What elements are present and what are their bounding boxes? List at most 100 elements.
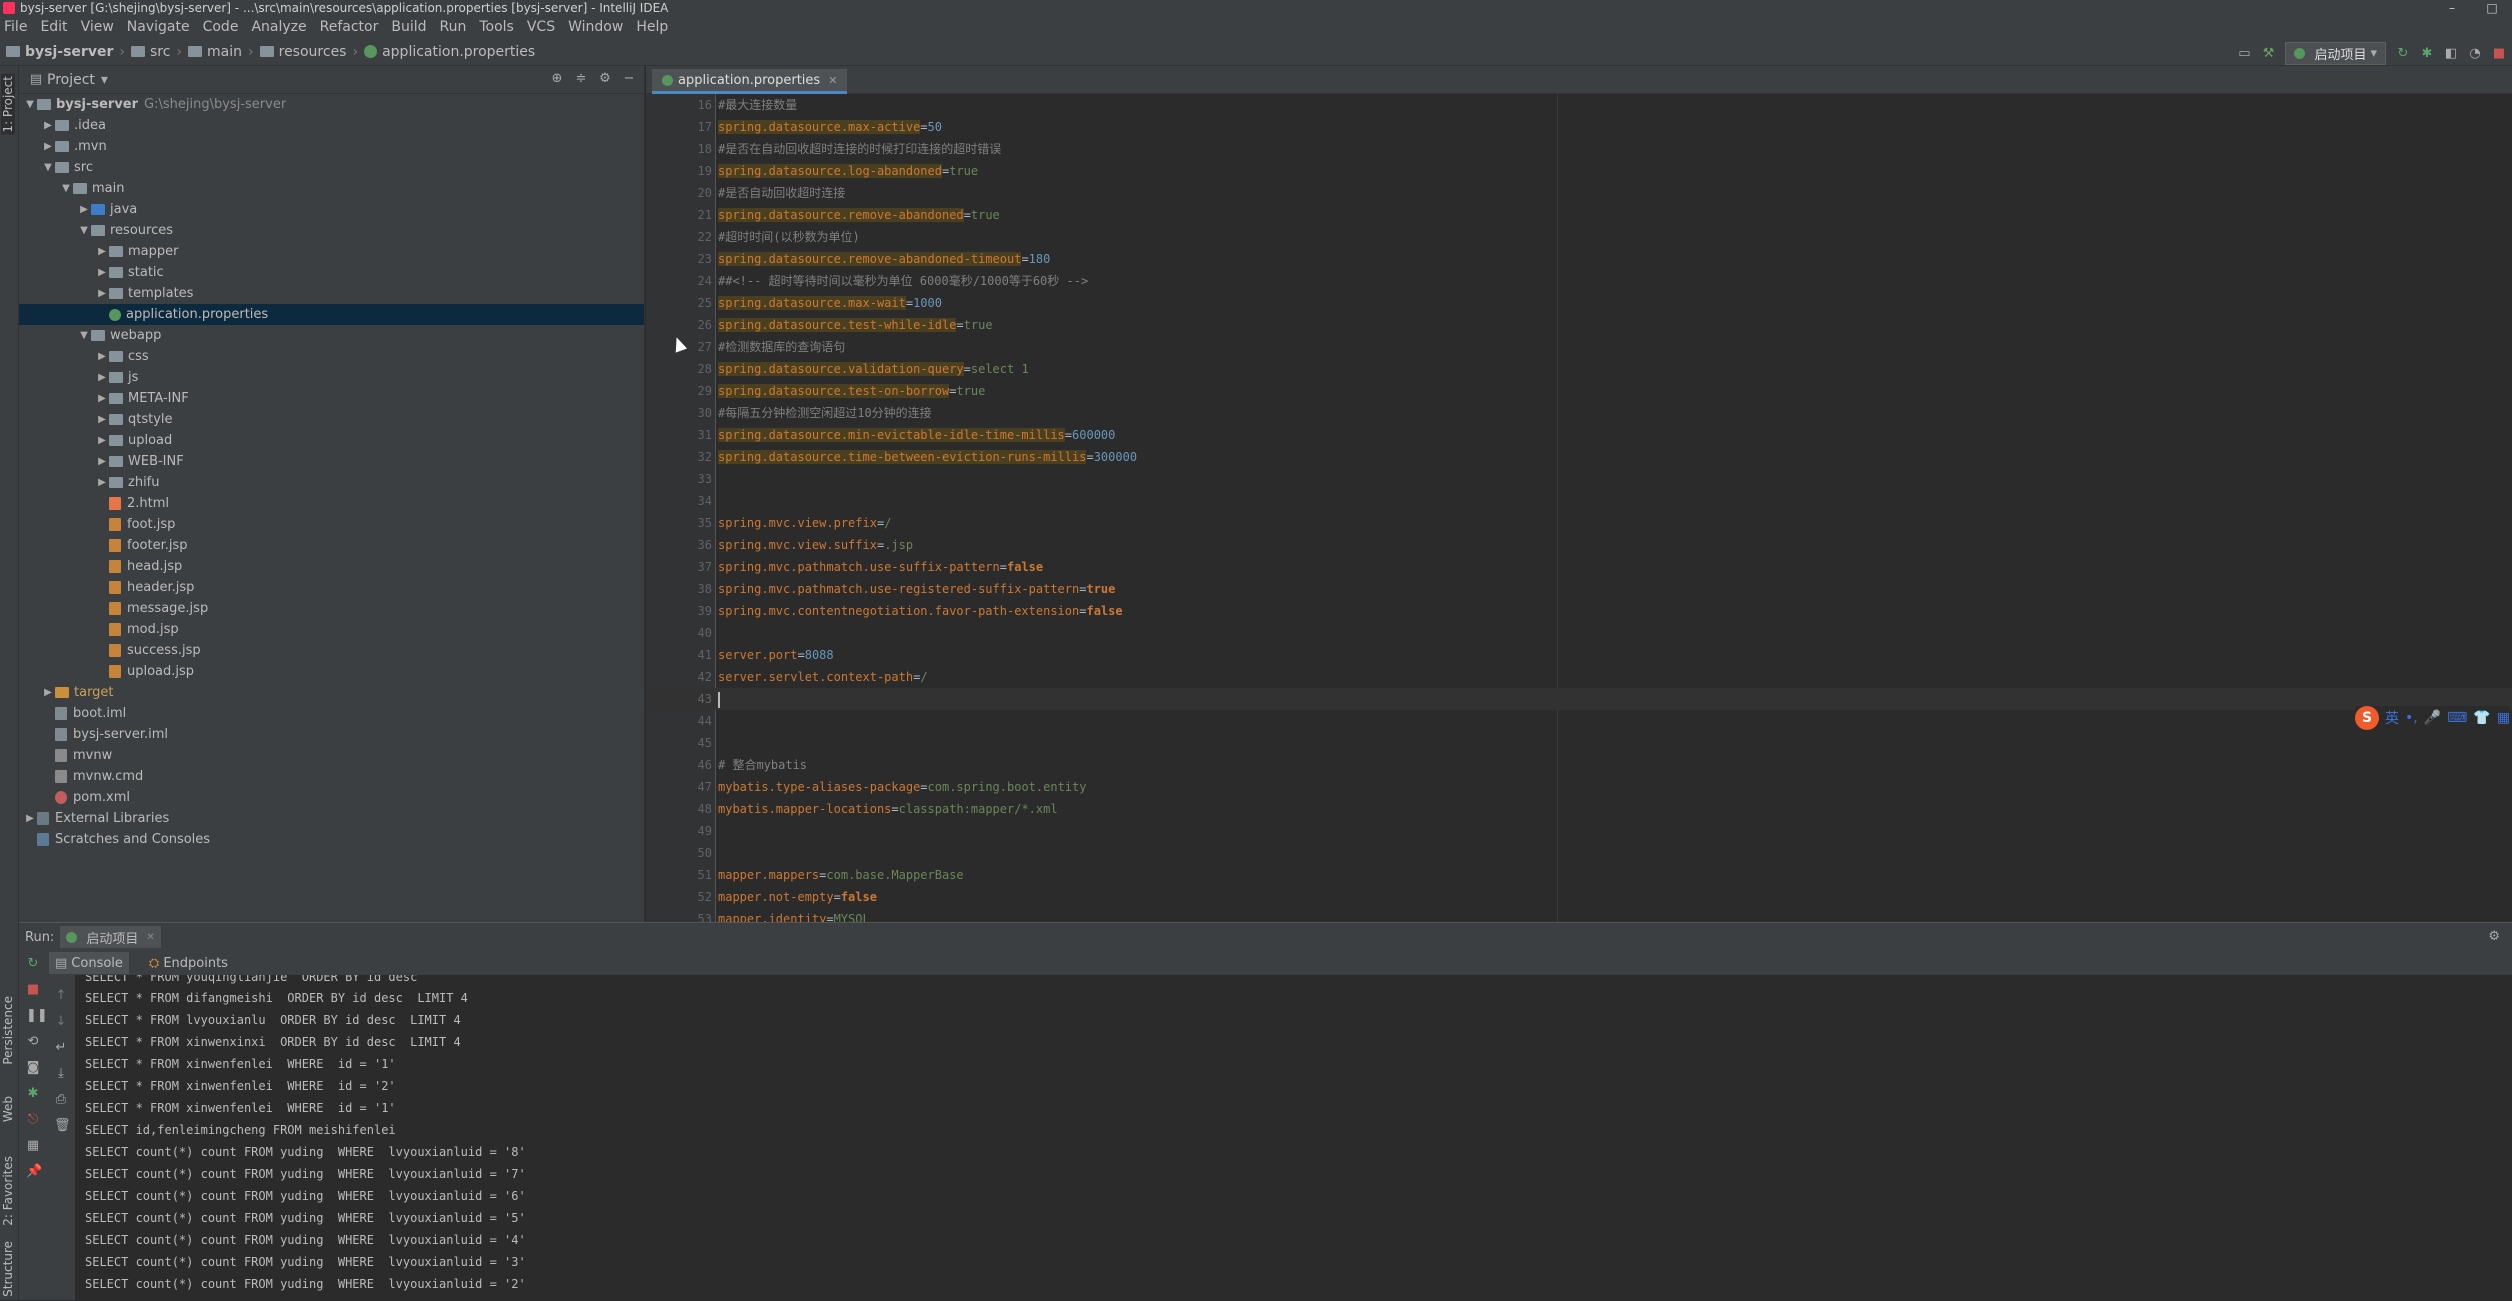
chevron-right-icon[interactable]: ▶ xyxy=(23,808,37,829)
tree-item[interactable]: ▶ java xyxy=(19,199,644,220)
minimize-button[interactable]: – xyxy=(2432,0,2472,16)
chevron-right-icon[interactable]: ▶ xyxy=(77,199,91,220)
chevron-right-icon[interactable]: ▶ xyxy=(41,115,55,136)
chevron-down-icon[interactable]: ▼ xyxy=(41,157,55,178)
gear-icon[interactable]: ⚙ xyxy=(2488,929,2500,944)
tree-item[interactable]: ▶ zhifu xyxy=(19,472,644,493)
tree-item[interactable]: message.jsp xyxy=(19,598,644,619)
tab-endpoints[interactable]: ⛭ Endpoints xyxy=(143,952,234,974)
coverage-icon[interactable]: ◧ xyxy=(2444,46,2458,61)
restore-icon[interactable]: ⟲ xyxy=(26,1035,40,1049)
chevron-right-icon[interactable]: ▶ xyxy=(95,262,109,283)
collapse-all-icon[interactable]: ≑ xyxy=(574,72,588,86)
arrow-down-icon[interactable]: ↓ xyxy=(54,1015,68,1029)
print-icon[interactable]: ⎙ xyxy=(54,1093,68,1107)
tree-item[interactable]: ▶ .idea xyxy=(19,115,644,136)
maximize-button[interactable]: □ xyxy=(2472,0,2512,16)
close-icon[interactable]: ✕ xyxy=(146,932,154,943)
tree-item[interactable]: ▶ .mvn xyxy=(19,136,644,157)
chevron-right-icon[interactable]: ▶ xyxy=(95,451,109,472)
tree-item[interactable]: pom.xml xyxy=(19,787,644,808)
menu-view[interactable]: View xyxy=(81,19,114,35)
tree-item[interactable]: boot.iml xyxy=(19,703,644,724)
tree-item[interactable]: Scratches and Consoles xyxy=(19,829,644,850)
rerun-icon[interactable]: ↻ xyxy=(2396,46,2410,61)
close-icon[interactable]: ✕ xyxy=(828,74,837,87)
chevron-right-icon[interactable]: ▶ xyxy=(95,346,109,367)
tree-item[interactable]: ▶ upload xyxy=(19,430,644,451)
chevron-right-icon[interactable]: ▶ xyxy=(95,241,109,262)
menu-build[interactable]: Build xyxy=(391,19,426,35)
breadcrumb-src[interactable]: src › xyxy=(130,44,182,60)
tree-item[interactable]: ▼ main xyxy=(19,178,644,199)
chevron-right-icon[interactable]: ▶ xyxy=(95,472,109,493)
ime-language[interactable]: 英 xyxy=(2385,708,2399,728)
microphone-icon[interactable]: 🎤 xyxy=(2424,710,2441,726)
tree-item[interactable]: ▶ mapper xyxy=(19,241,644,262)
chevron-down-icon[interactable]: ▼ xyxy=(77,220,91,241)
tree-item[interactable]: ▶ META-INF xyxy=(19,388,644,409)
stop-icon[interactable]: ■ xyxy=(2492,46,2506,61)
chevron-down-icon[interactable]: ▼ xyxy=(59,178,73,199)
tree-item[interactable]: mvnw.cmd xyxy=(19,766,644,787)
chevron-down-icon[interactable]: ▼ xyxy=(23,94,37,115)
camera-icon[interactable]: ◙ xyxy=(26,1061,40,1075)
tree-item[interactable]: ▼ resources xyxy=(19,220,644,241)
breadcrumb-main[interactable]: main › xyxy=(188,44,254,60)
trash-icon[interactable]: 🗑 xyxy=(54,1119,71,1133)
stop-icon[interactable]: ■ xyxy=(26,983,40,997)
sogou-ime-icon[interactable]: S xyxy=(2355,706,2379,730)
breadcrumb-resources[interactable]: resources › xyxy=(259,44,358,60)
tool-tab-persistence[interactable]: Persistence xyxy=(1,996,15,1065)
breadcrumb-file[interactable]: application.properties xyxy=(364,44,535,60)
build-hammer-icon[interactable]: ⚒ xyxy=(2261,46,2275,61)
pause-icon[interactable]: ❚❚ xyxy=(26,1009,48,1023)
pin-icon[interactable]: 📌 xyxy=(26,1165,42,1179)
tree-item[interactable]: mod.jsp xyxy=(19,619,644,640)
chevron-down-icon[interactable]: ▼ xyxy=(77,325,91,346)
keyboard-icon[interactable]: ⌨ xyxy=(2447,710,2467,726)
bug-icon[interactable]: ✱ xyxy=(26,1087,40,1101)
menu-help[interactable]: Help xyxy=(636,19,668,35)
chevron-right-icon[interactable]: ▶ xyxy=(41,136,55,157)
menu-tools[interactable]: Tools xyxy=(479,19,514,35)
exit-icon[interactable]: ⎋ xyxy=(26,1113,40,1127)
chevron-down-icon[interactable]: ▾ xyxy=(101,72,108,88)
chevron-right-icon[interactable]: ▶ xyxy=(95,409,109,430)
gear-icon[interactable]: ⚙ xyxy=(598,72,612,86)
menu-edit[interactable]: Edit xyxy=(40,19,67,35)
chevron-right-icon[interactable]: ▶ xyxy=(95,388,109,409)
tree-item[interactable]: ▶ templates xyxy=(19,283,644,304)
chevron-right-icon[interactable]: ▶ xyxy=(95,283,109,304)
tree-item[interactable]: footer.jsp xyxy=(19,535,644,556)
tree-item[interactable]: success.jsp xyxy=(19,640,644,661)
locate-icon[interactable]: ⊕ xyxy=(550,72,564,86)
tree-item[interactable]: head.jsp xyxy=(19,556,644,577)
menu-navigate[interactable]: Navigate xyxy=(127,19,190,35)
tree-item[interactable]: ▶ WEB-INF xyxy=(19,451,644,472)
chevron-right-icon[interactable]: ▶ xyxy=(41,682,55,703)
console-output[interactable]: SELECT * FROM youqinglianjie ORDER BY id… xyxy=(75,975,2512,1301)
tree-item[interactable]: ▼ webapp xyxy=(19,325,644,346)
tree-item[interactable]: 2.html xyxy=(19,493,644,514)
tab-console[interactable]: ▤ Console xyxy=(49,952,129,974)
tree-item[interactable]: application.properties xyxy=(19,304,644,325)
tree-item[interactable]: ▶ qtstyle xyxy=(19,409,644,430)
editor-tab-application-properties[interactable]: application.properties ✕ xyxy=(652,69,848,94)
tool-tab-project[interactable]: 1: Project xyxy=(1,74,15,135)
layout-icon[interactable]: ▭ xyxy=(2237,46,2251,61)
tree-item[interactable]: header.jsp xyxy=(19,577,644,598)
tree-item[interactable]: foot.jsp xyxy=(19,514,644,535)
tree-item[interactable]: ▶ static xyxy=(19,262,644,283)
menu-code[interactable]: Code xyxy=(203,19,239,35)
arrow-up-icon[interactable]: ↑ xyxy=(54,989,68,1003)
layout-icon[interactable]: ▦ xyxy=(26,1139,40,1153)
tree-item[interactable]: ▶ css xyxy=(19,346,644,367)
menu-window[interactable]: Window xyxy=(568,19,623,35)
tree-item[interactable]: ▶ js xyxy=(19,367,644,388)
tool-tab-favorites[interactable]: 2: Favorites xyxy=(1,1156,15,1226)
run-configuration-select[interactable]: 启动项目 ▾ xyxy=(2285,42,2386,65)
tree-item[interactable]: ▶ target xyxy=(19,682,644,703)
tool-tab-web[interactable]: Web xyxy=(1,1096,15,1122)
hide-icon[interactable]: − xyxy=(622,72,636,86)
